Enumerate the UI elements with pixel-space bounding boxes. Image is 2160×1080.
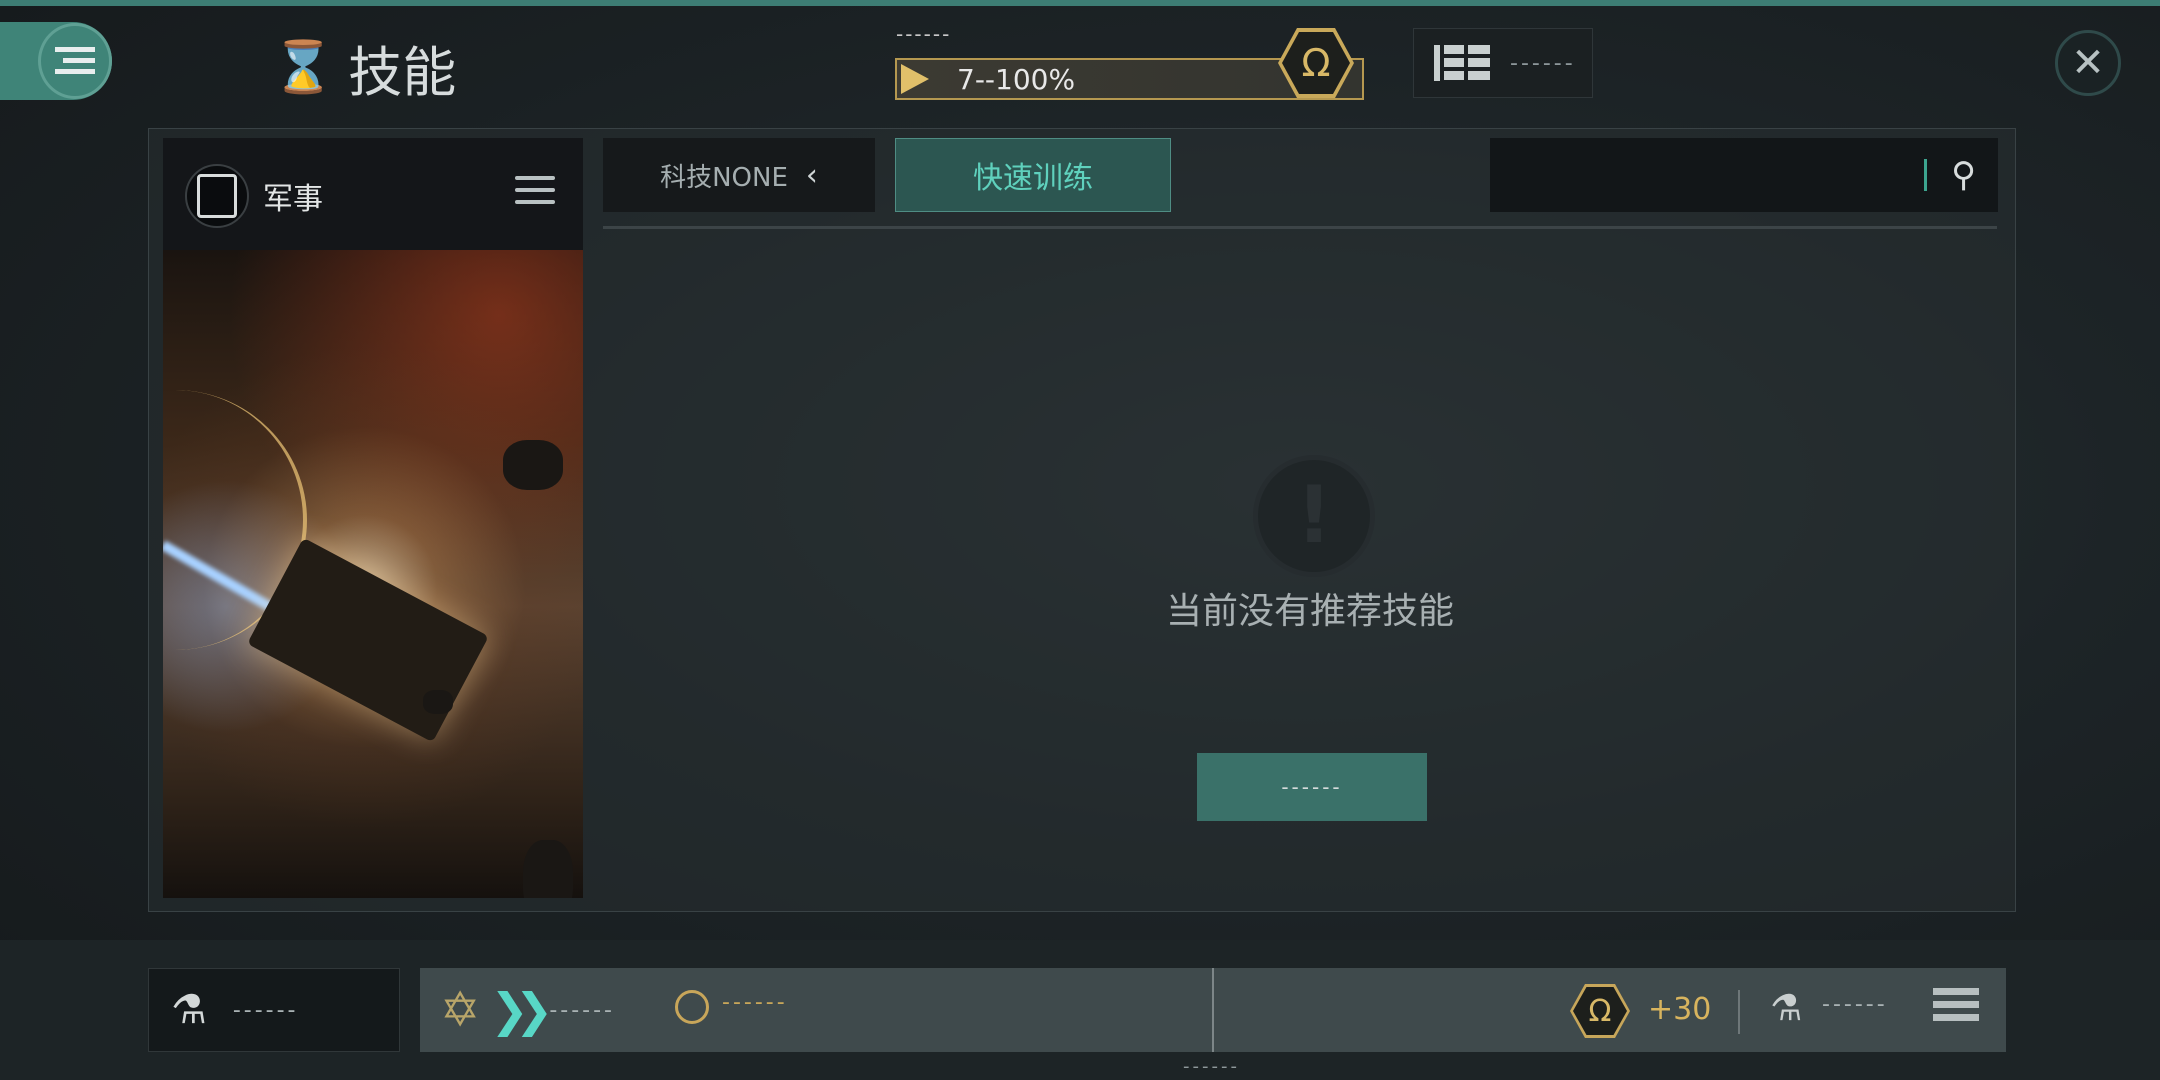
text-caret: [1924, 159, 1928, 191]
omega-bonus-icon[interactable]: Ω: [1570, 984, 1630, 1038]
tab-quick-training[interactable]: 快速训练: [895, 138, 1171, 212]
asteroid: [523, 840, 573, 898]
omega-bonus-value: +30: [1648, 992, 1712, 1027]
dna-icon: ⌛: [272, 38, 335, 96]
bottom-handle-text: ------: [1183, 1056, 1240, 1077]
training-progress-text: 7--100%: [957, 63, 1076, 96]
injector-button[interactable]: ⚗ ------: [148, 968, 400, 1052]
training-queue-bar[interactable]: ✡ ❯❯ ------ ------ Ω +30 ⚗ ------: [420, 968, 2006, 1052]
close-icon: ✕: [2071, 40, 2105, 86]
tab-tech[interactable]: 科技NONE ‹: [603, 138, 875, 212]
empty-state-button[interactable]: ------: [1197, 753, 1427, 821]
star-icon: ✡: [440, 982, 481, 1038]
page-title: ⌛ 技能: [272, 28, 456, 107]
top-accent-line: [0, 0, 2160, 6]
chevrons-icon: ❯❯: [490, 983, 553, 1037]
asteroid: [423, 690, 453, 714]
menu-icon: [38, 23, 112, 99]
category-header[interactable]: 军事: [163, 138, 583, 250]
injector-text: ------: [232, 997, 299, 1023]
avatar-icon: [185, 164, 249, 228]
category-sidebar: 军事: [163, 138, 583, 898]
list-icon: [1434, 45, 1490, 81]
empty-state-button-label: ------: [1281, 775, 1343, 799]
category-title: 军事: [263, 182, 323, 217]
injector-icon: ⚗: [1770, 988, 1803, 1029]
main-menu-button[interactable]: [0, 22, 112, 100]
chevron-left-icon: ‹: [805, 157, 818, 193]
omega-icon: Ω: [1282, 32, 1350, 94]
tab-divider: [603, 226, 1997, 229]
alert-icon: !: [1253, 455, 1375, 577]
search-icon[interactable]: ⚲: [1951, 155, 1976, 195]
queue-divider: [1212, 968, 1214, 1052]
page-title-text: 技能: [348, 41, 457, 104]
bonus-divider: [1738, 990, 1740, 1034]
close-button[interactable]: ✕: [2055, 30, 2121, 96]
progress-top-label: ------: [896, 22, 952, 46]
tab-quick-label: 快速训练: [973, 161, 1093, 196]
queue-time: ------: [722, 990, 788, 1015]
asteroid: [503, 440, 563, 490]
queue-menu-icon[interactable]: [1933, 988, 1979, 1027]
injector-count: ------: [1822, 992, 1888, 1017]
hamburger-icon[interactable]: [515, 176, 555, 212]
empty-state-message: 当前没有推荐技能: [1165, 591, 1454, 632]
play-arrow-icon: [901, 64, 929, 94]
omega-icon: Ω: [1573, 987, 1627, 1035]
skill-queue-text: ------: [1510, 50, 1576, 76]
tab-tech-label: 科技NONE: [660, 162, 788, 193]
clock-icon: [675, 990, 709, 1024]
queue-status: ✡ ❯❯ ------: [440, 982, 615, 1038]
injector-refresh-icon: ⚗: [171, 987, 207, 1033]
queue-text: ------: [549, 997, 615, 1023]
skill-queue-panel[interactable]: ------: [1413, 28, 1593, 98]
category-artwork: [163, 250, 583, 898]
search-input[interactable]: ⚲: [1490, 138, 1998, 212]
